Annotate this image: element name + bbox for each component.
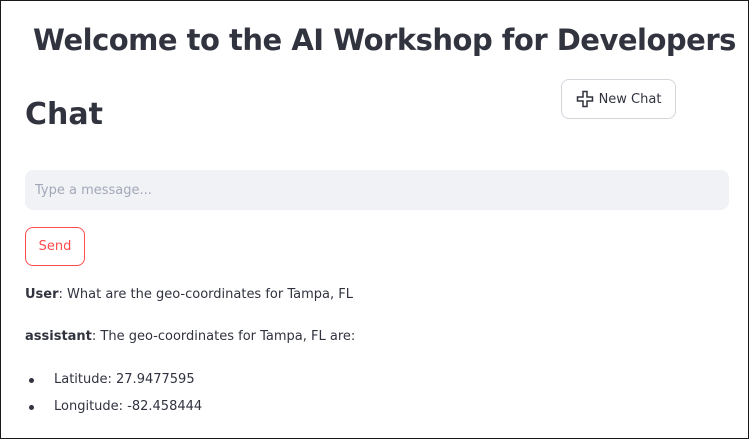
page-title: Welcome to the AI Workshop for Developer… [33, 23, 736, 57]
message-text: The geo-coordinates for Tampa, FL are: [96, 329, 356, 344]
message-role: assistant [25, 329, 92, 344]
bullet-dot [29, 405, 34, 410]
send-button[interactable]: Send [25, 227, 85, 266]
message-input[interactable] [25, 170, 729, 210]
list-item: Longitude: -82.458444 [25, 398, 202, 425]
list-item: Latitude: 27.9477595 [25, 371, 202, 398]
message-text: What are the geo-coordinates for Tampa, … [62, 287, 353, 302]
assistant-bullet-list: Latitude: 27.9477595 Longitude: -82.4584… [25, 371, 202, 425]
new-chat-label: New Chat [598, 91, 662, 107]
app-window: Welcome to the AI Workshop for Developer… [0, 0, 749, 439]
bullet-text: Latitude: 27.9477595 [54, 372, 195, 387]
new-chat-button[interactable]: New Chat [561, 79, 676, 119]
user-message: User: What are the geo-coordinates for T… [25, 287, 353, 302]
chat-section-title: Chat [25, 97, 103, 132]
bullet-dot [29, 378, 34, 383]
bullet-text: Longitude: -82.458444 [54, 399, 203, 414]
message-role: User [25, 287, 59, 302]
assistant-message: assistant: The geo-coordinates for Tampa… [25, 329, 355, 344]
plus-icon [576, 90, 594, 108]
